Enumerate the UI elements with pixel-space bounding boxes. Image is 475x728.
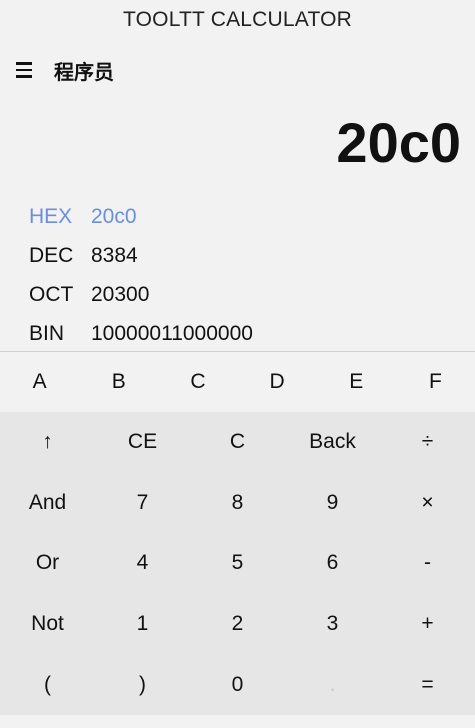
- key-c[interactable]: C: [158, 352, 237, 412]
- base-label: DEC: [29, 243, 74, 267]
- hex-digit-row: A B C D E F: [0, 351, 475, 412]
- key-d[interactable]: D: [238, 352, 317, 412]
- key-b[interactable]: B: [79, 352, 158, 412]
- base-row-bin[interactable]: BIN 10000011000000: [0, 314, 475, 353]
- base-value: 20300: [91, 282, 150, 306]
- key-2[interactable]: 2: [190, 594, 285, 655]
- and-button[interactable]: And: [0, 473, 95, 534]
- mode-title: 程序员: [54, 59, 114, 84]
- key-7[interactable]: 7: [95, 473, 190, 534]
- decimal-button[interactable]: .: [285, 654, 380, 715]
- subtract-button[interactable]: -: [380, 533, 475, 594]
- key-e[interactable]: E: [317, 352, 396, 412]
- open-paren-button[interactable]: (: [0, 654, 95, 715]
- base-value: 8384: [91, 243, 138, 267]
- divide-button[interactable]: ÷: [380, 412, 475, 473]
- base-value: 20c0: [91, 204, 137, 228]
- shift-button[interactable]: ↑: [0, 412, 95, 473]
- key-0[interactable]: 0: [190, 654, 285, 715]
- clear-button[interactable]: C: [190, 412, 285, 473]
- or-button[interactable]: Or: [0, 533, 95, 594]
- add-button[interactable]: +: [380, 594, 475, 655]
- key-5[interactable]: 5: [190, 533, 285, 594]
- key-f[interactable]: F: [396, 352, 475, 412]
- key-4[interactable]: 4: [95, 533, 190, 594]
- base-label: OCT: [29, 282, 74, 306]
- not-button[interactable]: Not: [0, 594, 95, 655]
- backspace-button[interactable]: Back: [285, 412, 380, 473]
- keypad: ↑ CE C Back ÷ And 7 8 9 × Or 4 5 6 - Not…: [0, 412, 475, 715]
- base-row-dec[interactable]: DEC 8384: [0, 236, 475, 275]
- base-label: BIN: [29, 321, 65, 345]
- base-label: HEX: [29, 204, 73, 228]
- base-value: 10000011000000: [91, 321, 253, 345]
- key-9[interactable]: 9: [285, 473, 380, 534]
- menu-line: [16, 75, 32, 78]
- key-8[interactable]: 8: [190, 473, 285, 534]
- key-a[interactable]: A: [0, 352, 79, 412]
- key-6[interactable]: 6: [285, 533, 380, 594]
- multiply-button[interactable]: ×: [380, 473, 475, 534]
- key-3[interactable]: 3: [285, 594, 380, 655]
- key-1[interactable]: 1: [95, 594, 190, 655]
- base-row-oct[interactable]: OCT 20300: [0, 275, 475, 314]
- menu-line: [16, 68, 32, 72]
- result-display: 20c0: [336, 111, 461, 174]
- equals-button[interactable]: =: [380, 654, 475, 715]
- calculator-app: TOOLTT CALCULATOR 程序员 20c0 HEX 20c0 DEC …: [0, 0, 475, 728]
- header: 程序员: [0, 40, 475, 100]
- base-row-hex[interactable]: HEX 20c0: [0, 197, 475, 236]
- menu-line: [16, 62, 32, 65]
- clear-entry-button[interactable]: CE: [95, 412, 190, 473]
- number-base-list: HEX 20c0 DEC 8384 OCT 20300 BIN 10000011…: [0, 185, 475, 351]
- close-paren-button[interactable]: ): [95, 654, 190, 715]
- window-title: TOOLTT CALCULATOR: [122, 8, 352, 31]
- hamburger-icon[interactable]: [16, 58, 40, 82]
